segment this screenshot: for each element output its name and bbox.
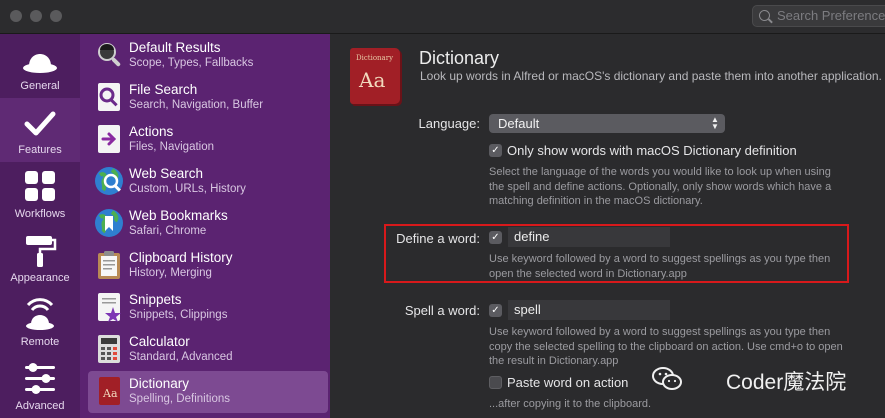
nav-label: General (20, 80, 60, 92)
only-macos-checkbox[interactable]: ✓ (489, 144, 502, 157)
page-subtitle: Look up words in Alfred or macOS's dicti… (420, 69, 882, 83)
nav-label: Workflows (14, 208, 66, 220)
nav-item-advanced[interactable]: Advanced (0, 354, 80, 418)
checkmark-icon (24, 111, 56, 136)
search-icon (759, 10, 770, 21)
feature-item-dictionary[interactable]: Aa Dictionary Spelling, Definitions (88, 371, 328, 413)
svg-text:Aa: Aa (102, 387, 118, 400)
search-placeholder: Search Preferences (777, 8, 885, 23)
nav-item-remote[interactable]: Remote (0, 290, 80, 354)
zoom-window-button[interactable] (50, 10, 62, 22)
define-checkbox[interactable]: ✓ (489, 231, 502, 244)
define-help-text: Use keyword followed by a word to sugges… (489, 253, 831, 280)
nav-item-features[interactable]: Features (0, 98, 80, 162)
paste-word-checkbox[interactable] (489, 376, 502, 389)
feature-subtitle: Search, Navigation, Buffer (129, 99, 264, 111)
feature-subtitle: Safari, Chrome (129, 225, 207, 237)
define-keyword-input[interactable]: define (508, 227, 670, 247)
feature-subtitle: Scope, Types, Fallbacks (129, 57, 254, 69)
feature-subtitle: Spelling, Definitions (129, 393, 231, 405)
feature-title: Calculator (129, 334, 190, 349)
search-preferences-input[interactable]: Search Preferences (752, 5, 885, 27)
feature-subtitle: Snippets, Clippings (129, 309, 228, 321)
dictionary-settings-panel: Dictionary Aa Dictionary Look up words i… (330, 34, 885, 418)
spell-keyword-input[interactable]: spell (508, 300, 670, 320)
page-title: Dictionary (419, 48, 500, 68)
globe-search-icon (95, 167, 123, 195)
nav-label: Appearance (10, 272, 70, 284)
remote-broadcast-icon (26, 298, 54, 330)
feature-subtitle: Files, Navigation (129, 141, 215, 153)
feature-title: Clipboard History (129, 250, 233, 265)
language-select[interactable]: Default ▲ ▼ (489, 114, 725, 133)
nav-item-workflows[interactable]: Workflows (0, 162, 80, 226)
spell-checkbox[interactable]: ✓ (489, 304, 502, 317)
define-label: Define a word: (396, 231, 480, 246)
feature-subtitle: Custom, URLs, History (129, 183, 246, 195)
paste-word-label: Paste word on action (507, 375, 629, 390)
feature-subtitle: Standard, Advanced (129, 351, 233, 363)
language-label: Language: (418, 116, 480, 131)
dictionary-icon: Dictionary Aa (350, 48, 400, 104)
feature-title: Dictionary (129, 376, 190, 391)
actions-icon (98, 125, 120, 153)
watermark-text: Coder魔法院 (726, 371, 847, 394)
sliders-icon (25, 363, 55, 394)
feature-title: Snippets (129, 292, 182, 307)
dictionary-icon-letters: Aa (359, 68, 386, 92)
language-help-text: Select the language of the words you wou… (489, 166, 832, 207)
language-select-value: Default (498, 116, 540, 131)
calculator-icon (98, 335, 120, 363)
paste-help-text: ...after copying it to the clipboard. (489, 398, 652, 410)
wechat-icon (652, 367, 682, 390)
dictionary-icon-caption: Dictionary (356, 54, 394, 62)
feature-title: File Search (129, 82, 198, 97)
paint-roller-icon (26, 236, 57, 267)
feature-subtitle: History, Merging (129, 267, 212, 279)
only-macos-label: Only show words with macOS Dictionary de… (507, 143, 797, 158)
close-window-button[interactable] (10, 10, 22, 22)
preferences-window: Search Preferences General Features Work… (0, 0, 885, 418)
snippets-icon (98, 293, 121, 322)
nav-item-appearance[interactable]: Appearance (0, 226, 80, 290)
nav-label: Features (18, 144, 62, 156)
feature-title: Web Search (129, 166, 204, 181)
globe-bookmark-icon (95, 209, 123, 237)
feature-title: Default Results (129, 40, 221, 55)
hat-icon (23, 54, 57, 73)
main-nav: General Features Workflows Appearance Re… (0, 34, 80, 418)
feature-title: Actions (129, 124, 174, 139)
feature-title: Web Bookmarks (129, 208, 228, 223)
nav-label: Advanced (15, 400, 65, 412)
spell-help-text: Use keyword followed by a word to sugges… (489, 326, 843, 367)
grid-icon (25, 171, 55, 201)
file-search-icon (98, 83, 120, 111)
title-bar: Search Preferences (0, 0, 885, 34)
dictionary-icon: Aa (99, 377, 120, 405)
spell-label: Spell a word: (404, 303, 480, 318)
nav-label: Remote (20, 336, 60, 348)
clipboard-icon (98, 251, 120, 279)
magnifier-hat-icon (98, 43, 121, 67)
minimize-window-button[interactable] (30, 10, 42, 22)
updown-arrows-icon: ▲ ▼ (711, 115, 719, 131)
nav-item-general[interactable]: General (0, 34, 80, 98)
